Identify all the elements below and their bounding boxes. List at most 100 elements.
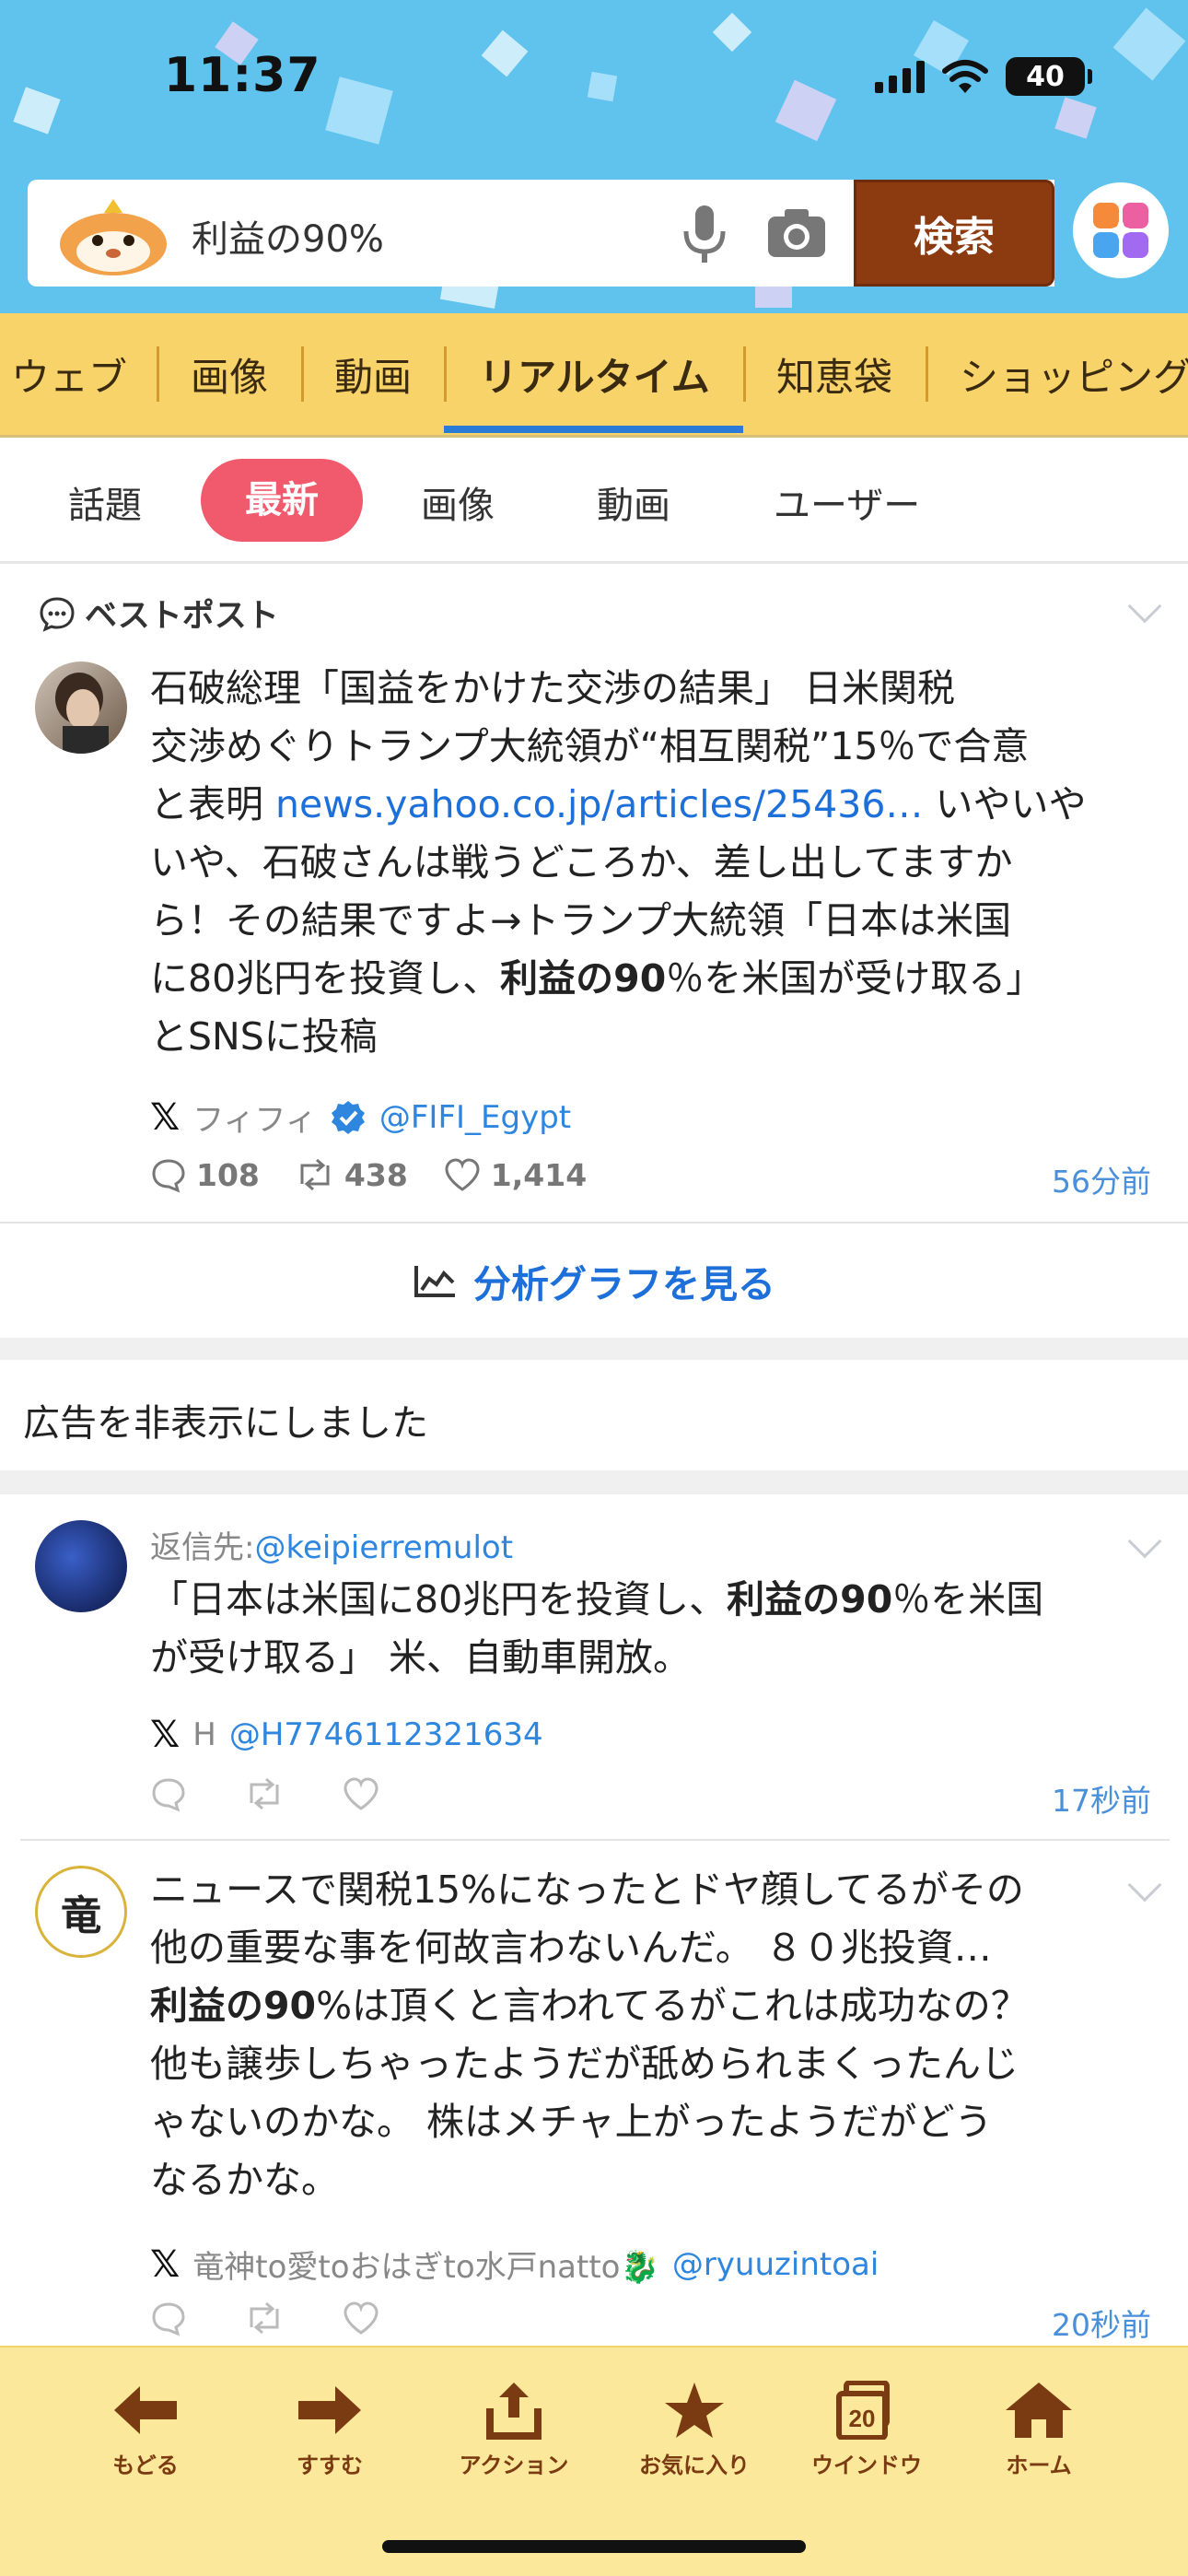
post3-author: 𝕏 竜神to愛toおはぎto水戸natto🐉 @ryuuzintoai — [150, 2242, 879, 2287]
subtab-users[interactable]: ユーザー — [774, 475, 920, 529]
text-segment: %は頂くと言われてるがこれは成功なの？ — [316, 1984, 1029, 2028]
heart-icon[interactable] — [342, 1775, 380, 1812]
microphone-icon[interactable] — [677, 202, 732, 266]
repost-button[interactable]: 438 — [295, 1156, 408, 1193]
text-segment: ％を米国が受け取る」 — [666, 956, 1044, 1001]
reply-to-label: 返信先:@keipierremulot — [150, 1529, 514, 1566]
wifi-icon — [942, 60, 988, 93]
text-segment: 他も譲歩しちゃったようだが舐められまくったんじ — [150, 2042, 1019, 2086]
windows-button[interactable]: 20 ウインドウ — [784, 2381, 949, 2479]
home-icon — [1006, 2383, 1072, 2438]
text-segment: ら！その結果ですよ→トランプ大統領「日本は米国 — [150, 898, 1012, 943]
author-name: フィフィ — [192, 1102, 317, 1139]
post-text-line: ニュースで関税15%になったとドヤ顔してるがその — [150, 1861, 1099, 1919]
line-chart-icon — [414, 1266, 455, 1297]
analytics-graph-link[interactable]: 分析グラフを見る — [0, 1225, 1188, 1336]
home-button[interactable]: ホーム — [956, 2381, 1122, 2479]
post-text-line: に80兆円を投資し、利益の90％を米国が受け取る」 — [150, 950, 1099, 1008]
like-button[interactable]: 1,414 — [443, 1156, 587, 1193]
best-post-author: 𝕏 フィフィ @FIFI_Egypt — [150, 1095, 571, 1140]
post2-text: 「日本は米国に80兆円を投資し、利益の90％を米国 が受け取る」 米、自動車開放。 — [150, 1571, 1099, 1687]
text-segment: ニュースで関税15%になったとドヤ顔してるがその — [150, 1868, 1024, 1912]
repost-icon[interactable] — [244, 1775, 285, 1812]
text-segment: ％を米国 — [892, 1577, 1044, 1622]
post-time[interactable]: 17秒前 — [1052, 1776, 1151, 1821]
post-menu-chevron-icon[interactable] — [1127, 1868, 1162, 1903]
heart-icon[interactable] — [342, 2300, 380, 2336]
tab-web[interactable]: ウェブ — [11, 346, 127, 403]
battery-indicator: 40 — [1006, 57, 1092, 96]
home-indicator[interactable] — [382, 2540, 806, 2553]
article-link[interactable]: news.yahoo.co.jp/articles/25436… — [275, 782, 923, 826]
favorites-button[interactable]: お気に入り — [611, 2381, 777, 2479]
search-query[interactable]: 利益の90% — [192, 209, 384, 263]
status-icons: 40 — [875, 57, 1092, 96]
tab-images[interactable]: 画像 — [191, 346, 268, 403]
post-menu-chevron-icon[interactable] — [1127, 589, 1162, 624]
camera-icon[interactable] — [764, 204, 829, 263]
x-logo-icon: 𝕏 — [150, 1714, 181, 1756]
forward-arrow-icon — [298, 2386, 361, 2434]
subtab-videos[interactable]: 動画 — [597, 475, 670, 529]
post-text-line: いや、石破さんは戦うどころか、差し出してますか — [150, 834, 1099, 892]
svg-text:20: 20 — [849, 2405, 876, 2432]
best-post-text: 石破総理「国益をかけた交渉の結果」 日米関税 交渉めぐりトランプ大統領が“相互関税… — [150, 660, 1099, 1066]
action-button[interactable]: アクション — [431, 2381, 597, 2479]
author-handle[interactable]: @FIFI_Egypt — [379, 1099, 571, 1136]
author-name: H — [192, 1716, 216, 1753]
reply-icon[interactable] — [150, 1775, 187, 1812]
back-button[interactable]: もどる — [63, 2381, 228, 2479]
ai-assistant-button[interactable] — [1073, 182, 1169, 278]
subtab-trending[interactable]: 話題 — [68, 475, 142, 529]
post-menu-chevron-icon[interactable] — [1127, 1524, 1162, 1559]
windows-icon: 20 — [836, 2381, 890, 2440]
x-logo-icon: 𝕏 — [150, 1095, 181, 1139]
reply-icon — [152, 1159, 185, 1193]
reply-button[interactable]: 108 — [150, 1156, 260, 1193]
text-segment: 「日本は米国に80兆円を投資し、 — [150, 1577, 728, 1622]
x-logo-icon: 𝕏 — [150, 2242, 181, 2286]
avatar[interactable] — [35, 662, 127, 754]
category-tabs: ウェブ 画像 動画 リアルタイム 知恵袋 ショッピング — [0, 313, 1188, 437]
text-segment: とSNSに投稿 — [150, 1014, 378, 1059]
highlighted-term: 利益の90 — [500, 956, 667, 1001]
text-segment: なるかな。 — [150, 2158, 339, 2202]
section-gap — [0, 1470, 1188, 1494]
text-segment: と表明 — [150, 782, 276, 826]
post-text-line: と表明 news.yahoo.co.jp/articles/25436… いやい… — [150, 776, 1099, 834]
subtab-latest[interactable]: 最新 — [201, 459, 363, 542]
best-post-stats: 108 438 1,414 — [150, 1156, 611, 1193]
star-icon — [665, 2383, 724, 2438]
repost-icon — [300, 1158, 330, 1191]
subtab-images[interactable]: 画像 — [421, 475, 495, 529]
post-time[interactable]: 20秒前 — [1052, 2301, 1151, 2345]
post2-actions — [150, 1775, 380, 1812]
post-time[interactable]: 56分前 — [1052, 1157, 1151, 1201]
text-segment: 交渉めぐりトランプ大統領が“相互関税”15％で合意 — [150, 724, 1030, 768]
ai-assistant-icon — [1075, 184, 1167, 276]
status-time: 11:37 — [164, 48, 321, 103]
author-handle[interactable]: @H7746112321634 — [229, 1716, 543, 1753]
post-text-line: ら！その結果ですよ→トランプ大統領「日本は米国 — [150, 892, 1099, 950]
forward-button[interactable]: すすむ — [247, 2381, 413, 2479]
search-button[interactable]: 検索 — [854, 180, 1054, 287]
tab-shopping[interactable]: ショッピング — [960, 346, 1188, 403]
post-text-line: 他の重要な事を何故言わないんだ。 ８０兆投資… — [150, 1919, 1099, 1977]
tab-videos[interactable]: 動画 — [334, 346, 412, 403]
share-icon — [486, 2383, 542, 2440]
repost-icon[interactable] — [244, 2300, 285, 2336]
divider — [0, 1222, 1188, 1224]
cellular-signal-icon — [875, 60, 925, 93]
author-handle[interactable]: @ryuuzintoai — [672, 2246, 879, 2283]
post-text-line: 交渉めぐりトランプ大統領が“相互関税”15％で合意 — [150, 718, 1099, 776]
avatar[interactable]: 竜 — [35, 1866, 127, 1958]
divider — [20, 1839, 1170, 1841]
verified-badge-icon — [331, 1100, 365, 1134]
avatar[interactable] — [35, 1520, 127, 1612]
tab-realtime[interactable]: リアルタイム — [479, 346, 710, 403]
reply-icon[interactable] — [150, 2300, 187, 2336]
heart-icon — [445, 1158, 480, 1191]
guinea-pig-mascot-icon — [60, 199, 167, 275]
tab-chiebukuro[interactable]: 知恵袋 — [776, 346, 892, 403]
text-segment: いやいや — [923, 782, 1087, 826]
